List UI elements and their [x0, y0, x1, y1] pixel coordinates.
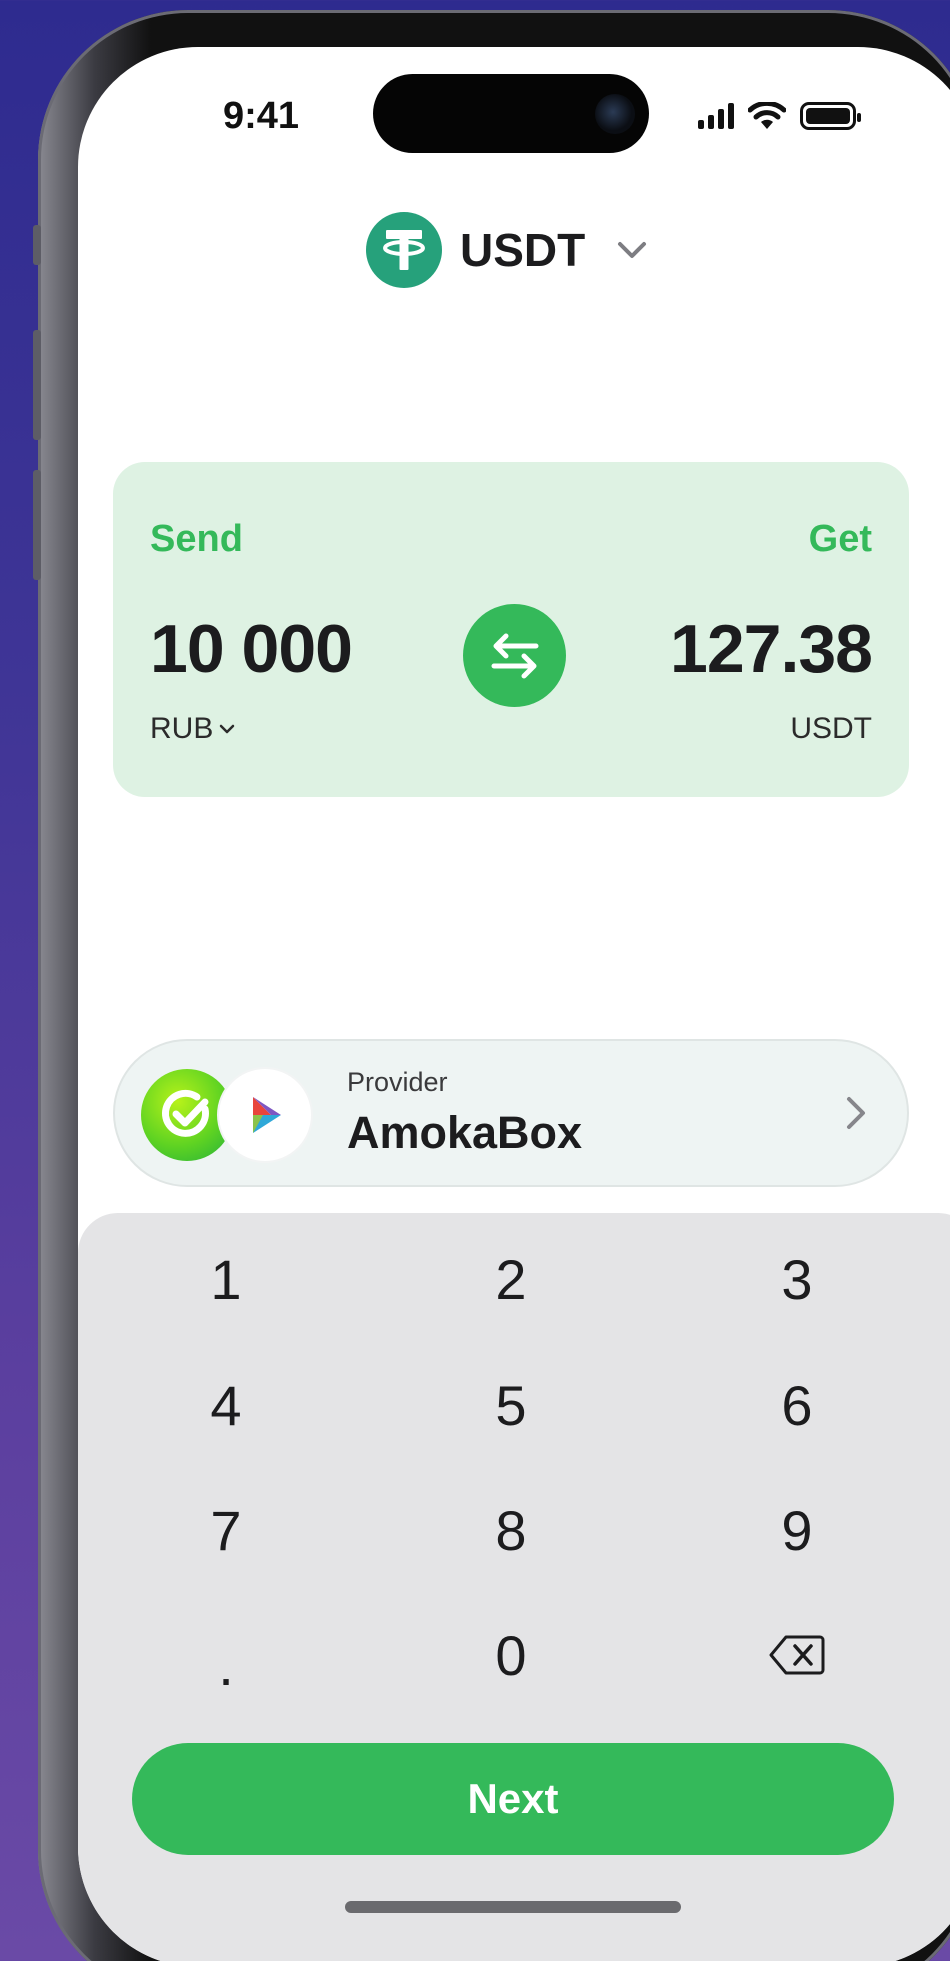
key-6[interactable]: 6 [697, 1355, 897, 1455]
key-7[interactable]: 7 [126, 1480, 326, 1580]
home-indicator [345, 1901, 681, 1913]
key-4[interactable]: 4 [126, 1355, 326, 1455]
key-3[interactable]: 3 [697, 1229, 897, 1329]
app-screen: 9:41 USDT Send Get 10 000 12 7. 38 RUB USD… [78, 47, 950, 1961]
tether-icon [366, 212, 442, 288]
provider-name: AmokaBox [347, 1107, 583, 1158]
key-2[interactable]: 2 [411, 1229, 611, 1329]
key-1[interactable]: 1 [126, 1229, 326, 1329]
wifi-icon [748, 102, 786, 129]
chevron-down-icon [220, 724, 235, 734]
dynamic-island [373, 74, 649, 153]
key-5[interactable]: 5 [411, 1355, 611, 1455]
chevron-down-icon [618, 242, 647, 258]
key-decimal[interactable]: . [126, 1615, 326, 1715]
battery-icon [800, 102, 861, 130]
side-button [33, 330, 41, 440]
key-0[interactable]: 0 [411, 1605, 611, 1705]
swap-arrows-icon [491, 633, 538, 678]
status-icons [698, 102, 861, 130]
side-button [33, 225, 41, 265]
send-label: Send [150, 518, 243, 560]
backspace-key[interactable] [697, 1605, 897, 1705]
side-button [33, 470, 41, 580]
key-9[interactable]: 9 [697, 1480, 897, 1580]
send-amount[interactable]: 10 000 [150, 610, 353, 688]
chevron-right-icon [847, 1097, 865, 1129]
backspace-icon [769, 1635, 825, 1675]
provider-caption: Provider [347, 1067, 448, 1097]
provider-selector[interactable]: Provider AmokaBox [113, 1039, 909, 1187]
asset-symbol: USDT [460, 224, 586, 276]
get-amount[interactable]: 127.38 [670, 610, 873, 688]
provider-logo-play-icon [219, 1069, 311, 1161]
swap-button[interactable] [463, 604, 566, 707]
get-currency: USDT [790, 712, 872, 745]
status-time: 9:41 [222, 95, 300, 137]
send-currency-selector[interactable]: RUB [150, 712, 235, 746]
asset-selector[interactable]: USDT [366, 210, 647, 290]
cellular-signal-icon [698, 103, 734, 129]
exchange-card: Send Get 10 000 127.38 RUB USDT [113, 462, 909, 797]
send-currency: RUB [150, 712, 214, 745]
key-8[interactable]: 8 [411, 1480, 611, 1580]
get-label: Get [808, 518, 872, 560]
camera-icon [595, 94, 635, 134]
next-button[interactable]: Next [132, 1743, 894, 1855]
